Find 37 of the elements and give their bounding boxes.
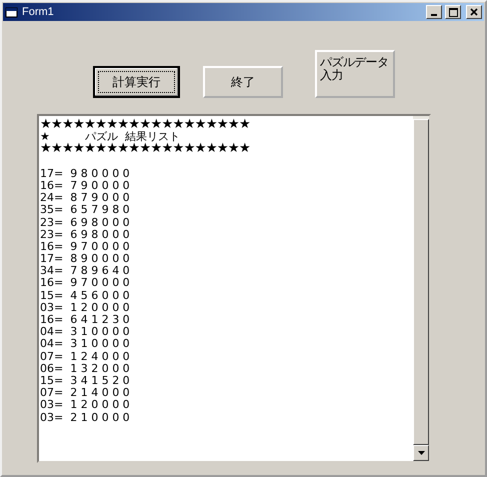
result-line: 07= 1 2 4 0 0 0: [40, 350, 131, 363]
result-line: 07= 2 1 4 0 0 0: [40, 387, 131, 400]
minimize-button[interactable]: [426, 5, 442, 19]
scroll-down-button[interactable]: [413, 445, 429, 461]
result-line: 24= 8 7 9 0 0 0: [40, 192, 131, 204]
result-line: 23= 6 9 8 0 0 0: [40, 216, 131, 229]
header-line: ★★★★★★★★★★★★★★★★★★★: [40, 119, 252, 132]
result-line: 34= 7 8 9 6 4 0: [40, 265, 131, 278]
result-line: 35= 6 5 7 9 8 0: [40, 204, 131, 216]
result-line: 04= 3 1 0 0 0 0: [40, 326, 131, 338]
result-line: 15= 3 4 1 5 2 0: [40, 374, 131, 388]
result-line: 16= 9 7 0 0 0 0: [40, 277, 131, 290]
header-line: ★ パズル 結果リスト: [40, 131, 180, 144]
result-line: 23= 6 9 8 0 0 0: [40, 228, 131, 241]
result-line: 04= 3 1 0 0 0 0: [40, 338, 131, 351]
window-title: Form1: [22, 6, 55, 18]
result-line: 03= 2 1 0 0 0 0: [40, 412, 131, 424]
header-line: ★★★★★★★★★★★★★★★★★★★: [40, 143, 252, 156]
maximize-button[interactable]: [445, 5, 461, 19]
form-button[interactable]: パズルデータ入力: [315, 50, 395, 98]
result-line: 03= 1 2 0 0 0 0: [40, 302, 131, 314]
app-icon: [5, 6, 19, 18]
close-button[interactable]: [466, 5, 482, 19]
close-icon: [470, 8, 478, 16]
result-text-box[interactable]: [37, 114, 431, 463]
result-line: 16= 7 9 0 0 0 0: [40, 180, 131, 192]
result-line: 17= 9 8 0 0 0 0: [40, 168, 131, 180]
down-arrow-icon: [418, 451, 424, 455]
form-button[interactable]: 終了: [203, 66, 283, 98]
result-line: 03= 1 2 0 0 0 0: [40, 399, 131, 412]
result-line: 16= 9 7 0 0 0 0: [40, 240, 131, 254]
result-line: 15= 4 5 6 0 0 0: [40, 290, 131, 302]
result-line: 17= 8 9 0 0 0 0: [40, 253, 131, 266]
result-line: 16= 6 4 1 2 3 0: [40, 314, 131, 326]
maximize-icon: [448, 8, 458, 16]
form-button[interactable]: 計算実行: [93, 66, 180, 98]
result-line: 06= 1 3 2 0 0 0: [40, 362, 131, 375]
